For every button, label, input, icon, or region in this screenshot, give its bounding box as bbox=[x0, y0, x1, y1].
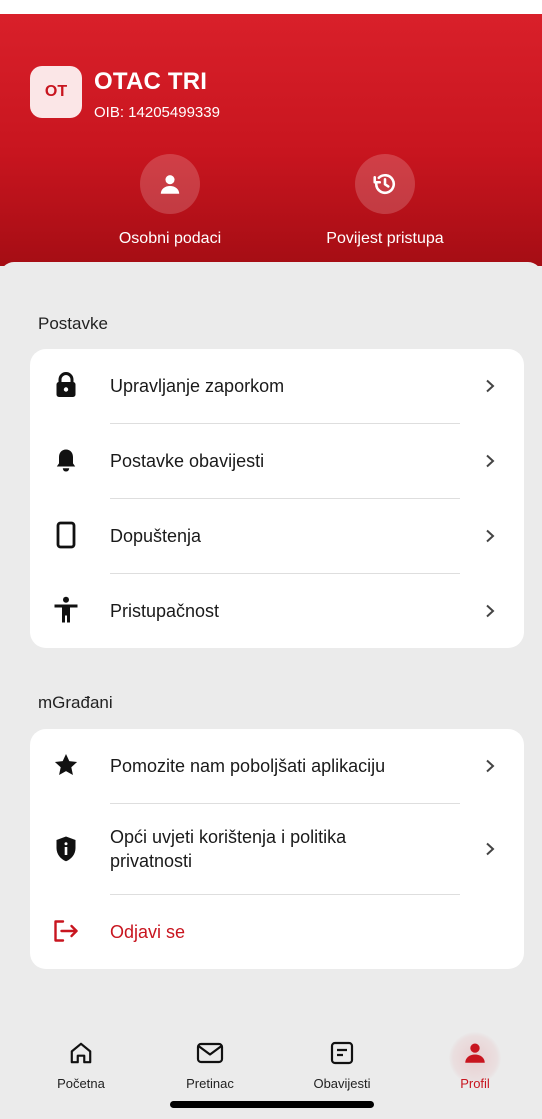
person-icon bbox=[140, 154, 200, 214]
tab-home-label: Početna bbox=[57, 1076, 105, 1091]
terms-privacy-label-line2: privatnosti bbox=[110, 851, 193, 871]
notifications-icon bbox=[292, 1036, 392, 1070]
logout-label: Odjavi se bbox=[110, 922, 186, 942]
password-management-item[interactable]: Upravljanje zaporkom bbox=[30, 349, 524, 423]
accessibility-item[interactable]: Pristupačnost bbox=[30, 574, 524, 648]
access-history-label: Povijest pristupa bbox=[326, 230, 444, 247]
access-history-button[interactable]: Povijest pristupa bbox=[295, 154, 475, 248]
avatar: OT bbox=[30, 66, 82, 118]
status-bar-area bbox=[0, 0, 542, 14]
improve-app-item[interactable]: Pomozite nam poboljšati aplikaciju bbox=[30, 729, 524, 803]
chevron-right-icon bbox=[486, 759, 495, 773]
chevron-right-icon bbox=[486, 604, 495, 618]
notification-settings-label: Postavke obavijesti bbox=[110, 451, 265, 471]
home-indicator bbox=[170, 1101, 374, 1108]
tab-notifications[interactable]: Obavijesti bbox=[292, 1036, 392, 1091]
settings-card: Upravljanje zaporkom Postavke obavijesti… bbox=[30, 349, 524, 648]
home-icon bbox=[31, 1036, 131, 1070]
terms-privacy-label: Opći uvjeti korištenja i politika privat… bbox=[110, 825, 346, 873]
user-oib: OIB: 14205499339 bbox=[94, 104, 220, 121]
tab-inbox[interactable]: Pretinac bbox=[160, 1036, 260, 1091]
permissions-label: Dopuštenja bbox=[110, 526, 202, 546]
profile-header: OT OTAC TRI OIB: 14205499339 Osobni poda… bbox=[0, 14, 542, 266]
profile-icon bbox=[425, 1036, 525, 1070]
tab-profile[interactable]: Profil bbox=[425, 1032, 525, 1091]
tab-inbox-label: Pretinac bbox=[186, 1076, 234, 1091]
settings-section-title: Postavke bbox=[38, 314, 108, 333]
mail-icon bbox=[160, 1036, 260, 1070]
tab-notifications-label: Obavijesti bbox=[313, 1076, 371, 1091]
app-card: Pomozite nam poboljšati aplikaciju Opći … bbox=[30, 729, 524, 969]
accessibility-icon bbox=[52, 596, 80, 624]
notification-settings-item[interactable]: Postavke obavijesti bbox=[30, 424, 524, 498]
lock-icon bbox=[52, 371, 80, 399]
app-section-title: mGrađani bbox=[38, 693, 113, 712]
chevron-right-icon bbox=[486, 454, 495, 468]
chevron-right-icon bbox=[486, 379, 495, 393]
tab-profile-label: Profil bbox=[460, 1076, 490, 1091]
personal-data-label: Osobni podaci bbox=[118, 230, 222, 247]
history-icon bbox=[355, 154, 415, 214]
terms-privacy-item[interactable]: Opći uvjeti korištenja i politika privat… bbox=[30, 804, 524, 894]
user-name: OTAC TRI bbox=[94, 68, 208, 95]
improve-app-label: Pomozite nam poboljšati aplikaciju bbox=[110, 756, 386, 776]
chevron-right-icon bbox=[486, 842, 495, 856]
shield-icon bbox=[52, 835, 80, 863]
terms-privacy-label-line1: Opći uvjeti korištenja i politika bbox=[110, 827, 347, 847]
profile-content: Postavke Upravljanje zaporkom Postavke o… bbox=[0, 262, 542, 1119]
chevron-right-icon bbox=[486, 529, 495, 543]
phone-icon bbox=[52, 521, 80, 549]
password-management-label: Upravljanje zaporkom bbox=[110, 376, 285, 396]
bell-icon bbox=[52, 446, 80, 474]
logout-icon bbox=[52, 917, 80, 945]
logout-item[interactable]: Odjavi se bbox=[30, 895, 524, 969]
permissions-item[interactable]: Dopuštenja bbox=[30, 499, 524, 573]
personal-data-button[interactable]: Osobni podaci bbox=[80, 154, 260, 248]
tab-home[interactable]: Početna bbox=[31, 1036, 131, 1091]
accessibility-label: Pristupačnost bbox=[110, 601, 220, 621]
star-icon bbox=[52, 751, 80, 779]
